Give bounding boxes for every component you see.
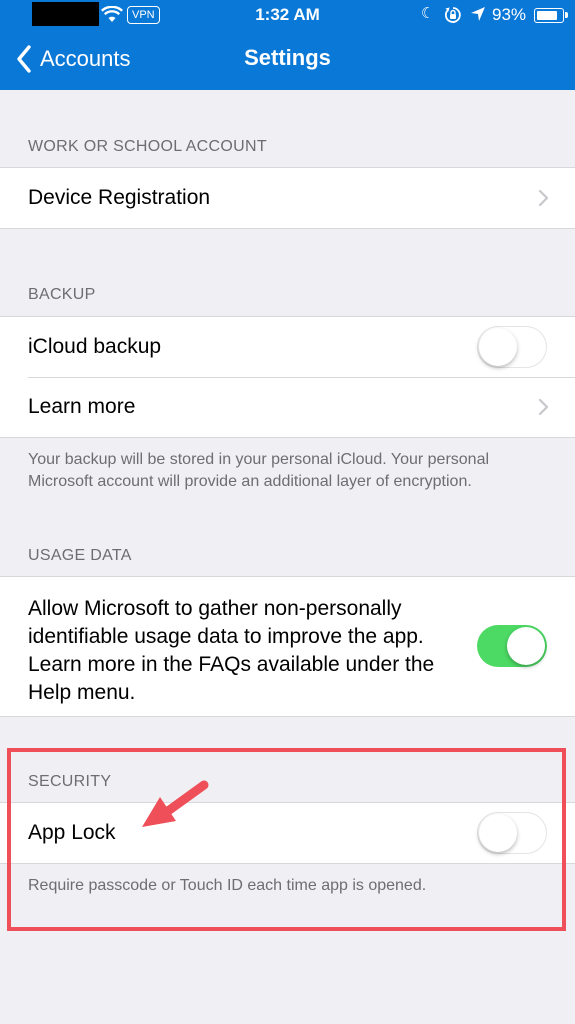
orientation-lock-icon: [444, 7, 461, 23]
chevron-right-icon: [538, 189, 549, 207]
battery-level: [537, 11, 557, 20]
section-header-work: WORK OR SCHOOL ACCOUNT: [28, 138, 267, 155]
toggle-knob: [507, 627, 545, 665]
section-header-backup: BACKUP: [28, 286, 96, 303]
arrow-annotation: [142, 780, 209, 827]
learn-more-label: Learn more: [28, 395, 136, 418]
battery-percent: 93%: [492, 5, 527, 24]
backup-footer: Your backup will be stored in your perso…: [28, 451, 490, 490]
learn-more-row[interactable]: Learn more: [0, 377, 575, 437]
battery-tip: [565, 12, 568, 18]
device-registration-row[interactable]: Device Registration: [0, 168, 575, 228]
status-time: 1:32 AM: [255, 5, 320, 24]
usage-data-description: Allow Microsoft to gather non-personally…: [28, 597, 435, 704]
icloud-backup-label: iCloud backup: [28, 335, 162, 358]
icloud-backup-toggle[interactable]: [477, 326, 547, 368]
highlight-box: [7, 748, 566, 931]
toggle-knob: [479, 327, 517, 366]
chevron-right-icon: [538, 398, 549, 416]
location-icon: [471, 7, 485, 21]
moon-icon: ☾: [421, 5, 435, 22]
page-title: Settings: [244, 45, 331, 70]
backup-group: iCloud backup Learn more: [0, 316, 575, 438]
usage-data-toggle[interactable]: [477, 625, 547, 667]
battery-icon: [534, 8, 564, 23]
usage-group: Allow Microsoft to gather non-personally…: [0, 576, 575, 717]
status-bar: VPN 1:32 AM ☾ 93%: [0, 0, 575, 30]
section-header-usage: USAGE DATA: [28, 547, 132, 564]
icloud-backup-row: iCloud backup: [0, 317, 575, 377]
work-group: Device Registration: [0, 167, 575, 229]
nav-bar: VPN 1:32 AM ☾ 93% Accounts Settings: [0, 0, 575, 90]
device-registration-label: Device Registration: [28, 186, 211, 209]
